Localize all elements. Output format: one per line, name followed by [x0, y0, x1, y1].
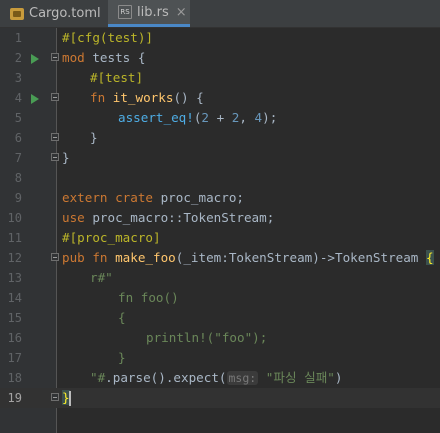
code-editor[interactable]: 1 #[cfg(test)] 2 mod tests { 3 #[test] 4… — [0, 28, 440, 433]
code-token: "파싱 실패" — [265, 370, 335, 385]
code-token: } — [90, 130, 98, 145]
code-token: } — [118, 350, 126, 365]
code-line: 14 fn foo() — [0, 288, 440, 308]
code-line: 3 #[test] — [0, 68, 440, 88]
parameter-hint: msg: — [226, 371, 259, 385]
code-token: } — [62, 150, 70, 165]
fold-icon[interactable] — [51, 133, 59, 141]
code-line: 13 r#" — [0, 268, 440, 288]
code-token: .parse().expect( — [105, 370, 227, 385]
code-token: tests { — [84, 50, 146, 65]
code-line: 9 extern crate proc_macro; — [0, 188, 440, 208]
code-token: proc_macro::TokenStream; — [84, 210, 275, 225]
code-line: 17 } — [0, 348, 440, 368]
code-token: (_item:TokenStream)->TokenStream — [175, 250, 426, 265]
line-number: 4 — [14, 91, 22, 105]
fold-icon[interactable] — [51, 153, 59, 161]
code-token: 4 — [254, 110, 263, 125]
line-number: 7 — [14, 151, 22, 165]
close-tab-icon[interactable]: × — [176, 5, 187, 20]
tab-cargo-toml[interactable]: Cargo.toml — [0, 0, 106, 27]
line-number: 1 — [14, 31, 22, 45]
code-token: mod — [62, 50, 85, 65]
code-token: fn foo() — [118, 290, 179, 305]
code-token: assert_eq! — [118, 110, 194, 125]
code-line: 11 #[proc_macro] — [0, 228, 440, 248]
code-line: 15 { — [0, 308, 440, 328]
line-number: 2 — [14, 51, 22, 65]
line-number: 8 — [14, 171, 22, 185]
code-token: , — [239, 110, 255, 125]
code-token: + — [209, 110, 232, 125]
code-token: "# — [90, 370, 106, 385]
code-token: ) — [334, 370, 343, 385]
code-token: { — [118, 310, 126, 325]
line-number: 12 — [7, 251, 22, 265]
code-token: println!("foo"); — [146, 330, 268, 345]
text-caret — [68, 391, 71, 406]
line-number: 9 — [14, 191, 22, 205]
cargo-file-icon — [10, 7, 24, 20]
code-line: 4 fn it_works() { — [0, 88, 440, 108]
code-token: fn — [90, 90, 106, 105]
code-line: 7 } — [0, 148, 440, 168]
code-line: 10 use proc_macro::TokenStream; — [0, 208, 440, 228]
code-token: pub fn — [62, 250, 108, 265]
line-number: 3 — [14, 71, 22, 85]
code-token: proc_macro; — [153, 190, 244, 205]
line-number: 14 — [7, 291, 22, 305]
code-line: 2 mod tests { — [0, 48, 440, 68]
code-line: 8 — [0, 168, 440, 188]
code-line: 16 println!("foo"); — [0, 328, 440, 348]
code-line: 12 pub fn make_foo(_item:TokenStream)->T… — [0, 248, 440, 268]
fold-icon[interactable] — [51, 253, 59, 261]
tab-lib-rs[interactable]: RS lib.rs × — [108, 0, 190, 27]
line-number: 17 — [7, 351, 22, 365]
line-number: 13 — [7, 271, 22, 285]
code-token: it_works — [112, 90, 174, 105]
code-token: #[test] — [90, 70, 144, 85]
line-number: 16 — [7, 331, 22, 345]
run-test-icon[interactable] — [31, 54, 39, 64]
line-number: 19 — [7, 391, 22, 405]
run-test-icon[interactable] — [31, 94, 39, 104]
fold-icon[interactable] — [51, 393, 59, 401]
tab-label: lib.rs — [137, 4, 169, 20]
code-token: r#" — [90, 270, 113, 285]
code-line: 5 assert_eq!(2 + 2, 4); — [0, 108, 440, 128]
code-token: use — [62, 210, 85, 225]
line-number: 15 — [7, 311, 22, 325]
line-number: 10 — [7, 211, 22, 225]
code-line: 6 } — [0, 128, 440, 148]
code-token: make_foo — [115, 250, 176, 265]
fold-icon[interactable] — [51, 93, 59, 101]
current-code-line: 19 } — [0, 388, 440, 408]
line-number: 5 — [14, 111, 22, 125]
code-token: 2 — [201, 110, 210, 125]
code-token: () { — [173, 90, 204, 105]
rust-file-icon: RS — [118, 5, 132, 19]
code-token: ); — [262, 110, 278, 125]
line-number: 11 — [7, 231, 22, 245]
fold-icon[interactable] — [51, 53, 59, 61]
code-token: #[proc_macro] — [62, 230, 161, 245]
editor-tab-bar: Cargo.toml RS lib.rs × — [0, 0, 440, 28]
line-number: 6 — [14, 131, 22, 145]
code-line: 1 #[cfg(test)] — [0, 28, 440, 48]
code-token: #[cfg(test)] — [62, 30, 153, 45]
matched-brace: { — [425, 250, 434, 265]
code-token: extern crate — [62, 190, 153, 205]
code-line: 18 "#.parse().expect(msg: "파싱 실패") — [0, 368, 440, 388]
line-number: 18 — [7, 371, 22, 385]
tab-label: Cargo.toml — [29, 6, 101, 21]
